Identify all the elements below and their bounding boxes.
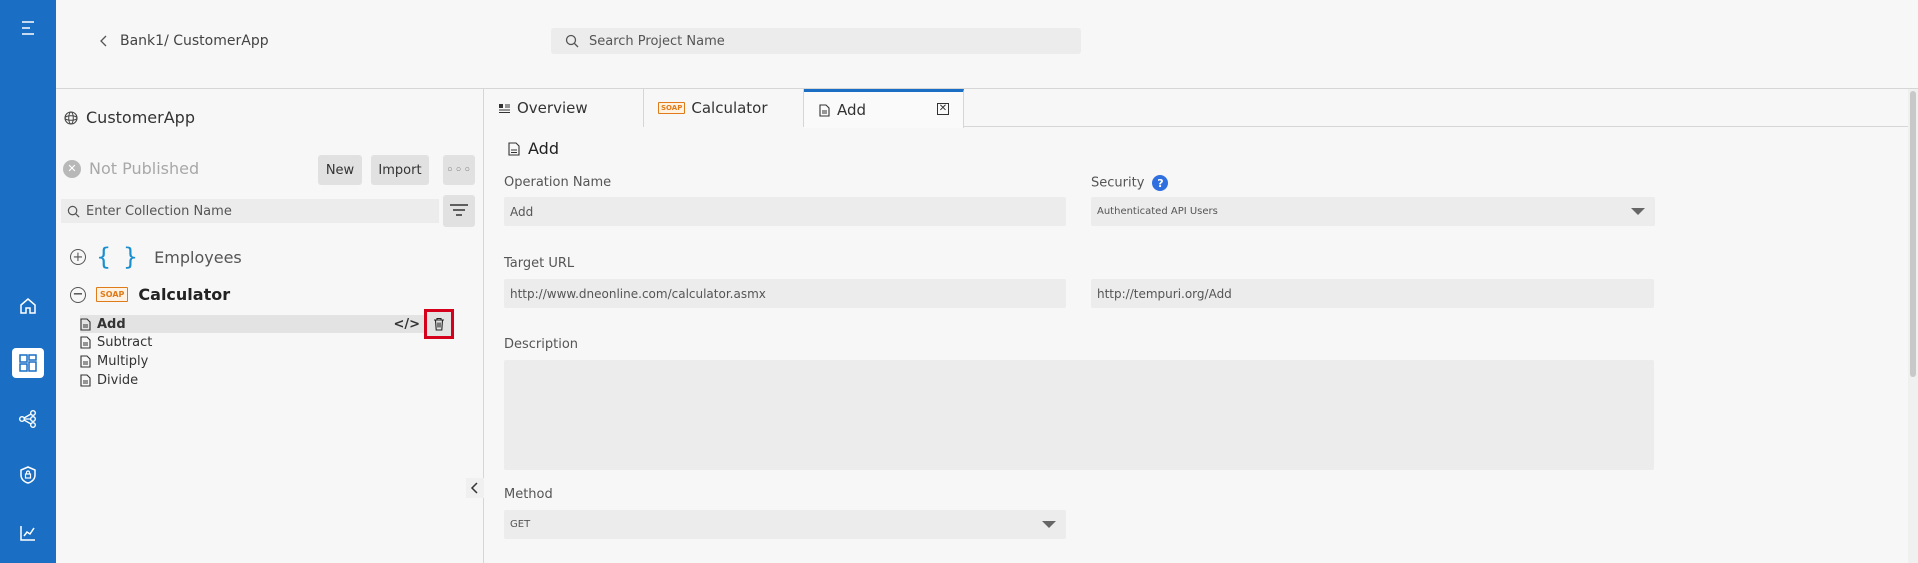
target-url-label: Target URL	[504, 256, 575, 271]
tab-calculator[interactable]: SOAP Calculator	[644, 89, 804, 127]
collection-employees[interactable]: + { } Employees	[70, 243, 242, 271]
trash-icon	[434, 317, 444, 331]
chevron-down-icon	[1042, 521, 1056, 528]
home-icon[interactable]	[14, 292, 42, 320]
document-icon	[508, 141, 520, 156]
soap-badge: SOAP	[96, 287, 129, 302]
operation-label: Divide	[97, 373, 139, 388]
collapse-panel-button[interactable]	[466, 478, 484, 498]
document-icon	[80, 317, 91, 331]
new-button[interactable]: New	[318, 155, 362, 185]
left-nav-rail	[0, 0, 56, 563]
main-scrollbar[interactable]	[1908, 89, 1918, 563]
tab-overview[interactable]: Overview	[484, 89, 644, 127]
collection-search[interactable]	[61, 199, 439, 223]
publish-status: ✕ Not Published	[63, 159, 199, 178]
tab-add[interactable]: Add ✕	[804, 89, 964, 128]
breadcrumb-text[interactable]: Bank1/ CustomerApp	[120, 33, 269, 49]
import-button[interactable]: Import	[371, 155, 429, 185]
share-icon[interactable]	[14, 405, 42, 433]
tab-label: Calculator	[691, 99, 768, 117]
method-value: GET	[510, 519, 531, 530]
filter-icon	[450, 204, 468, 216]
breadcrumb[interactable]: Bank1/ CustomerApp	[98, 33, 269, 49]
form-title: Add	[508, 139, 559, 158]
chevron-left-icon	[470, 482, 478, 494]
search-icon	[565, 34, 579, 48]
description-textarea[interactable]	[504, 360, 1654, 470]
security-label-text: Security	[1091, 175, 1145, 191]
chevron-down-icon	[1631, 208, 1645, 215]
close-icon[interactable]: ✕	[937, 103, 949, 115]
editor-tabs: Overview SOAP Calculator Add ✕	[484, 89, 1918, 128]
operation-name-input[interactable]: Add	[504, 197, 1066, 226]
project-search[interactable]	[551, 28, 1081, 54]
operation-label: Subtract	[97, 335, 153, 350]
collections-panel: CustomerApp ✕ Not Published New Import ◦…	[56, 89, 484, 563]
more-options-button[interactable]: ◦◦◦	[443, 155, 475, 185]
search-icon	[67, 205, 80, 217]
collection-name: Employees	[154, 247, 242, 267]
help-icon[interactable]: ?	[1152, 175, 1169, 191]
operation-divide[interactable]: Divide	[80, 371, 454, 390]
collection-search-input[interactable]	[86, 203, 426, 219]
scrollbar-thumb[interactable]	[1910, 91, 1916, 377]
tab-label: Add	[837, 101, 867, 119]
publish-status-text: Not Published	[89, 159, 200, 178]
method-select[interactable]: GET	[504, 510, 1066, 539]
overview-icon	[499, 103, 510, 113]
description-label: Description	[504, 337, 579, 352]
operation-multiply[interactable]: Multiply	[80, 352, 454, 371]
method-label: Method	[504, 487, 553, 502]
operation-name-label: Operation Name	[504, 175, 612, 190]
shield-icon[interactable]	[14, 461, 42, 489]
operation-actions: </>	[393, 309, 454, 339]
document-icon	[80, 374, 91, 387]
chevron-left-icon[interactable]	[98, 35, 110, 47]
top-header: Bank1/ CustomerApp	[56, 0, 1918, 89]
operation-label: Multiply	[97, 354, 149, 369]
target-url-input[interactable]: http://www.dneonline.com/calculator.asmx	[504, 279, 1066, 308]
project-title-text: CustomerApp	[86, 108, 195, 127]
not-published-icon: ✕	[63, 159, 81, 178]
soap-action-input[interactable]: http://tempuri.org/Add	[1091, 279, 1654, 308]
form-title-text: Add	[528, 139, 559, 158]
operation-label: Add	[97, 316, 126, 332]
document-icon	[80, 355, 91, 368]
security-label: Security?	[1091, 175, 1169, 191]
operation-add[interactable]: Add </>	[80, 309, 454, 339]
json-braces-icon: { }	[96, 243, 141, 271]
delete-operation-button[interactable]	[424, 309, 454, 339]
menu-icon[interactable]	[14, 14, 42, 42]
atom-icon	[64, 110, 78, 125]
security-value: Authenticated API Users	[1097, 206, 1218, 217]
filter-button[interactable]	[443, 195, 475, 227]
soap-badge: SOAP	[658, 102, 686, 114]
collapse-icon[interactable]: −	[70, 286, 86, 303]
document-icon	[80, 336, 91, 349]
collection-name: Calculator	[138, 285, 231, 304]
code-icon[interactable]: </>	[393, 317, 420, 332]
document-icon	[819, 103, 830, 117]
operations-list: Add </> Subtract Multiply Divide	[80, 309, 454, 390]
project-title: CustomerApp	[64, 108, 195, 127]
tab-label: Overview	[517, 99, 588, 117]
expand-icon[interactable]: +	[70, 249, 86, 265]
analytics-icon[interactable]	[14, 519, 42, 547]
security-select[interactable]: Authenticated API Users	[1091, 197, 1655, 226]
dashboard-icon[interactable]	[12, 348, 44, 378]
collection-calculator[interactable]: − SOAP Calculator	[70, 285, 230, 304]
project-search-input[interactable]	[589, 33, 1049, 49]
